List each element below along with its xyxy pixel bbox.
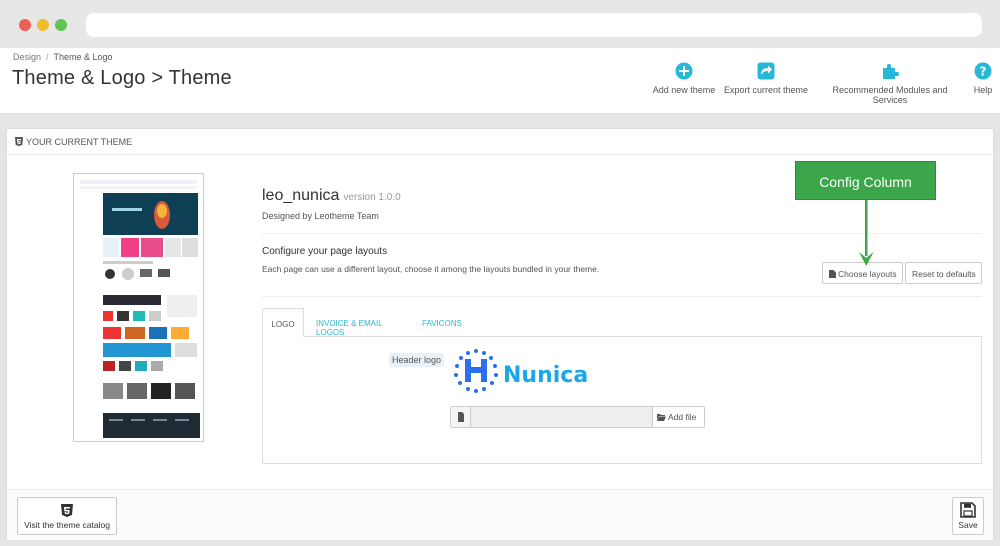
- recommended-modules-label: Recommended Modules and Services: [832, 85, 948, 105]
- file-icon: [829, 270, 836, 278]
- page-header: Design / Theme & Logo Theme & Logo > Theme…: [0, 48, 1000, 114]
- theme-name: leo_nunica version 1.0.0: [262, 187, 401, 205]
- plus-circle-icon: [675, 62, 693, 80]
- export-icon: [757, 62, 775, 80]
- nunica-logo-mark: [454, 349, 498, 393]
- configure-layouts-title: Configure your page layouts: [262, 246, 388, 257]
- theme-version: version 1.0.0: [343, 192, 401, 203]
- panel-heading-text: YOUR CURRENT THEME: [26, 137, 133, 147]
- html5-icon: [15, 137, 23, 146]
- panel-footer: Visit the theme catalog Save: [7, 489, 993, 540]
- reset-defaults-label: Reset to defaults: [912, 269, 976, 279]
- browser-chrome: [0, 0, 1000, 48]
- export-theme-button[interactable]: Export current theme: [722, 62, 810, 95]
- maximize-window-dot[interactable]: [55, 19, 67, 31]
- visit-theme-catalog-label: Visit the theme catalog: [24, 520, 110, 530]
- logo-tabs: LOGO INVOICE & EMAIL LOGOS FAVICONS: [262, 308, 982, 337]
- logo-file-upload: Add file: [450, 406, 705, 428]
- address-bar[interactable]: [86, 13, 982, 37]
- logo-file-input[interactable]: [471, 407, 652, 427]
- folder-open-icon: [657, 414, 666, 421]
- export-theme-label: Export current theme: [723, 85, 809, 95]
- puzzle-icon: [883, 64, 899, 79]
- logo-tab-pane: Header logo Nunica Add file: [262, 336, 982, 464]
- nunica-logo-wordmark: Nunica: [503, 363, 589, 388]
- configure-layouts-description: Each page can use a different layout, ch…: [262, 264, 600, 274]
- breadcrumb-current: Theme & Logo: [53, 52, 113, 62]
- help-icon: ?: [974, 62, 992, 80]
- header-logo-preview: Nunica: [450, 348, 610, 393]
- panel-heading: YOUR CURRENT THEME: [7, 129, 993, 155]
- help-button[interactable]: ? Help: [968, 62, 998, 95]
- tab-favicons[interactable]: FAVICONS: [422, 308, 462, 337]
- add-file-label: Add file: [668, 412, 697, 422]
- theme-preview-image: [77, 177, 200, 438]
- file-icon: [458, 412, 464, 422]
- page-title: Theme & Logo > Theme: [12, 67, 232, 89]
- divider: [262, 296, 982, 297]
- save-button[interactable]: Save: [952, 497, 984, 535]
- callout-arrow-icon: [859, 200, 874, 266]
- svg-text:?: ?: [980, 65, 987, 79]
- save-icon: [960, 502, 976, 518]
- save-label: Save: [958, 520, 978, 530]
- help-label: Help: [973, 85, 993, 95]
- html5-icon: [61, 504, 73, 517]
- theme-author: Designed by Leotheme Team: [262, 211, 379, 221]
- breadcrumb-parent[interactable]: Design: [13, 52, 41, 62]
- close-window-dot[interactable]: [19, 19, 31, 31]
- minimize-window-dot[interactable]: [37, 19, 49, 31]
- theme-preview-thumbnail: [73, 173, 204, 442]
- file-icon-box: [451, 407, 471, 427]
- add-new-theme-label: Add new theme: [652, 85, 716, 95]
- theme-name-text: leo_nunica: [262, 187, 340, 204]
- breadcrumb: Design / Theme & Logo: [13, 52, 113, 62]
- theme-preview-graphic: [77, 177, 200, 438]
- tab-invoice-email-logos[interactable]: INVOICE & EMAIL LOGOS: [316, 308, 402, 337]
- config-column-callout: Config Column: [795, 161, 936, 200]
- visit-theme-catalog-button[interactable]: Visit the theme catalog: [17, 497, 117, 535]
- choose-layouts-label: Choose layouts: [838, 269, 897, 279]
- add-new-theme-button[interactable]: Add new theme: [650, 62, 718, 95]
- recommended-modules-button[interactable]: Recommended Modules and Services: [815, 62, 965, 105]
- reset-defaults-button[interactable]: Reset to defaults: [905, 262, 982, 284]
- add-file-button[interactable]: Add file: [652, 407, 704, 427]
- tab-logo[interactable]: LOGO: [262, 308, 304, 337]
- header-logo-label: Header logo: [389, 353, 445, 367]
